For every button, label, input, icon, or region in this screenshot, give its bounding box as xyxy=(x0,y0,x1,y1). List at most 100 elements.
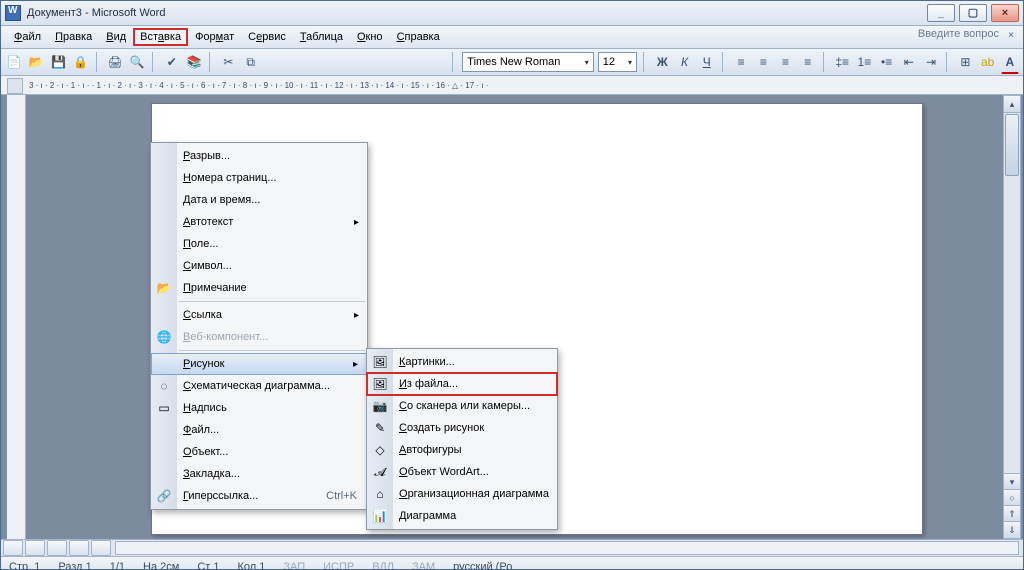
toolbar-close-icon[interactable]: × xyxy=(1005,30,1017,42)
picture-menu-item-2[interactable]: 📷Со сканера или камеры... xyxy=(367,395,557,417)
picture-menu-item-0[interactable]: 🖼Картинки... xyxy=(367,351,557,373)
menu-format[interactable]: Формат xyxy=(188,28,241,46)
menu-item-icon: 🔗 xyxy=(156,488,172,504)
web-view-button[interactable] xyxy=(25,540,45,556)
app-window: Документ3 - Microsoft Word _ ▢ × Файл Пр… xyxy=(0,0,1024,570)
research-icon[interactable]: 📚 xyxy=(185,51,203,73)
font-color-icon[interactable]: A xyxy=(1001,51,1019,74)
minimize-button[interactable]: _ xyxy=(927,4,955,22)
submenu-arrow-icon: ▸ xyxy=(353,359,358,370)
spelling-icon[interactable]: ✔ xyxy=(163,51,181,73)
insert-menu-item-1[interactable]: Номера страниц... xyxy=(151,167,367,189)
menu-tools[interactable]: Сервис xyxy=(241,28,293,46)
font-size-field[interactable]: 12▾ xyxy=(598,52,637,72)
align-right-icon[interactable]: ≡ xyxy=(776,51,794,73)
print-preview-icon[interactable]: 🔍 xyxy=(128,51,146,73)
menu-item-icon: ▭ xyxy=(156,400,172,416)
menu-edit[interactable]: Правка xyxy=(48,28,99,46)
insert-menu-item-12[interactable]: ◌Схематическая диаграмма... xyxy=(151,375,367,397)
status-rec[interactable]: ЗАП xyxy=(283,561,305,570)
prev-page-icon[interactable]: ⇑ xyxy=(1004,505,1020,522)
picture-menu-item-7[interactable]: 📊Диаграмма xyxy=(367,505,557,527)
increase-indent-icon[interactable]: ⇥ xyxy=(922,51,940,73)
picture-submenu-dropdown: 🖼Картинки...🖼Из файла...📷Со сканера или … xyxy=(366,348,558,530)
borders-icon[interactable]: ⊞ xyxy=(956,51,974,73)
horizontal-ruler[interactable]: 3 · ı · 2 · ı · 1 · ı · · 1 · ı · 2 · ı … xyxy=(1,76,1023,95)
font-name-field[interactable]: Times New Roman▾ xyxy=(462,52,594,72)
align-left-icon[interactable]: ≡ xyxy=(732,51,750,73)
new-doc-icon[interactable]: 📄 xyxy=(5,51,23,73)
tab-selector[interactable] xyxy=(7,78,23,94)
decrease-indent-icon[interactable]: ⇤ xyxy=(900,51,918,73)
insert-menu-item-13[interactable]: ▭Надпись xyxy=(151,397,367,419)
normal-view-button[interactable] xyxy=(3,540,23,556)
insert-menu-item-2[interactable]: Дата и время... xyxy=(151,189,367,211)
menu-table[interactable]: Таблица xyxy=(293,28,350,46)
italic-icon[interactable]: К xyxy=(675,51,693,73)
bullets-icon[interactable]: •≡ xyxy=(878,51,896,73)
next-page-icon[interactable]: ⇓ xyxy=(1004,521,1020,538)
status-ovr[interactable]: ЗАМ xyxy=(412,561,435,570)
scroll-down-arrow[interactable]: ▾ xyxy=(1004,473,1020,490)
insert-menu-item-6[interactable]: 📂Примечание xyxy=(151,277,367,299)
standard-toolbar: 📄 📂 💾 🔒 🖨 🔍 ✔ 📚 ✂ ⧉ Times New Roman▾ 12▾… xyxy=(1,49,1023,76)
numbering-icon[interactable]: 1≡ xyxy=(855,51,873,73)
menu-window[interactable]: Окно xyxy=(350,28,390,46)
save-icon[interactable]: 💾 xyxy=(49,51,67,73)
align-center-icon[interactable]: ≡ xyxy=(754,51,772,73)
open-icon[interactable]: 📂 xyxy=(27,51,45,73)
scroll-thumb[interactable] xyxy=(1005,114,1019,176)
vertical-ruler[interactable] xyxy=(7,95,26,539)
insert-menu-item-17[interactable]: 🔗Гиперссылка...Ctrl+K xyxy=(151,485,367,507)
menu-insert[interactable]: Вставка xyxy=(133,28,188,46)
cut-icon[interactable]: ✂ xyxy=(219,51,237,73)
insert-menu-item-3[interactable]: Автотекст▸ xyxy=(151,211,367,233)
scroll-up-arrow[interactable]: ▴ xyxy=(1004,96,1020,113)
underline-icon[interactable]: Ч xyxy=(698,51,716,73)
highlight-icon[interactable]: ab xyxy=(979,51,997,73)
separator xyxy=(209,52,213,72)
picture-menu-item-4[interactable]: ◇Автофигуры xyxy=(367,439,557,461)
copy-icon[interactable]: ⧉ xyxy=(242,51,260,73)
picture-menu-item-1[interactable]: 🖼Из файла... xyxy=(367,373,557,395)
menu-help[interactable]: Справка xyxy=(390,28,447,46)
insert-menu-item-0[interactable]: Разрыв... xyxy=(151,145,367,167)
menu-item-label: Закладка... xyxy=(183,468,240,480)
maximize-button[interactable]: ▢ xyxy=(959,4,987,22)
bold-icon[interactable]: Ж xyxy=(653,51,671,73)
insert-menu-item-11[interactable]: Рисунок▸ xyxy=(151,353,367,375)
status-ext[interactable]: ВДЛ xyxy=(372,561,394,570)
align-justify-icon[interactable]: ≡ xyxy=(799,51,817,73)
insert-menu-item-16[interactable]: Закладка... xyxy=(151,463,367,485)
line-spacing-icon[interactable]: ‡≡ xyxy=(833,51,851,73)
menu-view[interactable]: Вид xyxy=(99,28,133,46)
vertical-scrollbar[interactable]: ▴ ▾ ○ ⇑ ⇓ xyxy=(1003,95,1021,539)
ruler-ticks: 3 · ı · 2 · ı · 1 · ı · · 1 · ı · 2 · ı … xyxy=(29,76,983,94)
close-button[interactable]: × xyxy=(991,4,1019,22)
ask-question-field[interactable]: Введите вопрос xyxy=(859,28,999,40)
insert-menu-item-8[interactable]: Ссылка▸ xyxy=(151,304,367,326)
picture-menu-item-6[interactable]: ⌂Организационная диаграмма xyxy=(367,483,557,505)
document-area: ▴ ▾ ○ ⇑ ⇓ Разрыв...Номера страниц...Дата… xyxy=(1,95,1023,539)
insert-menu-item-5[interactable]: Символ... xyxy=(151,255,367,277)
insert-menu-item-4[interactable]: Поле... xyxy=(151,233,367,255)
insert-menu-item-15[interactable]: Объект... xyxy=(151,441,367,463)
menu-item-icon: 🖼 xyxy=(372,376,388,392)
status-trk[interactable]: ИСПР xyxy=(323,561,354,570)
menu-item-icon: 𝓐 xyxy=(372,464,388,480)
picture-menu-item-5[interactable]: 𝓐Объект WordArt... xyxy=(367,461,557,483)
picture-menu-item-3[interactable]: ✎Создать рисунок xyxy=(367,417,557,439)
print-icon[interactable]: 🖨 xyxy=(106,51,124,73)
chevron-down-icon: ▾ xyxy=(628,58,632,67)
print-view-button[interactable] xyxy=(47,540,67,556)
reading-view-button[interactable] xyxy=(91,540,111,556)
browse-object-icon[interactable]: ○ xyxy=(1004,489,1020,506)
outline-view-button[interactable] xyxy=(69,540,89,556)
horizontal-scrollbar[interactable] xyxy=(115,541,1019,555)
insert-menu-item-14[interactable]: Файл... xyxy=(151,419,367,441)
separator xyxy=(96,52,100,72)
separator xyxy=(643,52,647,72)
permissions-icon[interactable]: 🔒 xyxy=(72,51,90,73)
menu-file[interactable]: Файл xyxy=(7,28,48,46)
status-language[interactable]: русский (Ро xyxy=(453,561,512,570)
